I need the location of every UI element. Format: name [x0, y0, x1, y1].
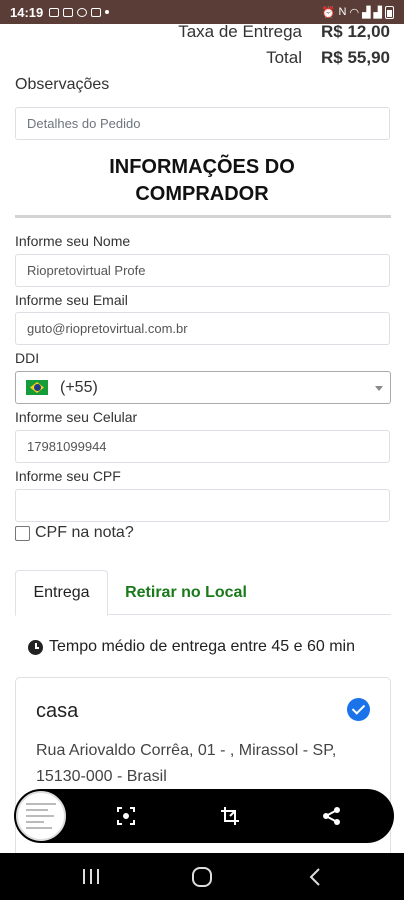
- total-row: Total R$ 55,90: [266, 48, 390, 68]
- scroll-capture-icon[interactable]: [115, 805, 137, 827]
- status-time: 14:19: [10, 4, 44, 20]
- ddi-select[interactable]: (+55): [15, 371, 391, 404]
- chevron-down-icon: [375, 386, 383, 391]
- screenshot-toolbar: [14, 789, 394, 843]
- name-label: Informe seu Nome: [15, 233, 131, 249]
- screenshot-thumbnail[interactable]: [16, 791, 66, 841]
- phone-label: Informe seu Celular: [15, 409, 138, 425]
- signal2-icon: ▟: [373, 6, 382, 19]
- check-circle-icon[interactable]: [347, 698, 370, 721]
- buyer-title-line2: COMPRADOR: [135, 183, 269, 205]
- address-line1: Rua Ariovaldo Corrêa, 01 - , Mirassol - …: [36, 742, 337, 759]
- cpf-input[interactable]: [15, 489, 390, 522]
- delivery-time-text: Tempo médio de entrega entre 45 e 60 min: [49, 638, 355, 655]
- observations-label: Observações: [15, 76, 110, 93]
- cpf-note-label: CPF na nota?: [35, 524, 134, 541]
- media-icon: [91, 7, 102, 17]
- address-title: casa: [36, 700, 79, 722]
- section-divider: [15, 215, 391, 218]
- buyer-title-line1: INFORMAÇÕES DO: [109, 156, 295, 178]
- ddi-value: (+55): [60, 378, 98, 396]
- alarm-icon: ⏰: [321, 6, 336, 19]
- email-input[interactable]: guto@riopretovirtual.com.br: [15, 312, 390, 345]
- phone-input[interactable]: 17981099944: [15, 430, 390, 463]
- recent-apps-icon[interactable]: [82, 868, 100, 885]
- buyer-info-title: INFORMAÇÕES DO COMPRADOR: [0, 154, 404, 208]
- brazil-flag-icon: [26, 380, 48, 395]
- nfc-icon: N: [338, 6, 347, 18]
- status-bar: 14:19 ⏰ N ◠ ▟ ▟: [0, 0, 404, 24]
- delivery-time: Tempo médio de entrega entre 45 e 60 min: [28, 638, 355, 656]
- delivery-fee-value: R$ 12,00: [321, 22, 390, 41]
- email-label: Informe seu Email: [15, 292, 128, 308]
- signal-icon: ▟: [362, 6, 371, 19]
- address-text: Rua Ariovaldo Corrêa, 01 - , Mirassol - …: [36, 738, 366, 790]
- system-icons: ⏰ N ◠ ▟ ▟: [321, 5, 394, 19]
- cpf-note-checkbox[interactable]: [15, 525, 30, 541]
- gallery-icon: [49, 7, 60, 17]
- cpf-note-row[interactable]: CPF na nota?: [15, 524, 134, 542]
- delivery-fee-row: Taxa de Entrega R$ 12,00: [178, 22, 390, 42]
- home-icon[interactable]: [191, 866, 213, 888]
- whatsapp-icon: [77, 7, 88, 17]
- total-value: R$ 55,90: [321, 48, 390, 67]
- tab-entrega[interactable]: Entrega: [15, 570, 108, 616]
- wifi-icon: ◠: [349, 6, 360, 19]
- tab-retirar-no-local[interactable]: Retirar no Local: [123, 570, 249, 615]
- clock-icon: [28, 639, 43, 655]
- delivery-fee-label: Taxa de Entrega: [178, 22, 302, 41]
- observations-input[interactable]: Detalhes do Pedido: [15, 107, 390, 140]
- notification-icons: [49, 7, 110, 17]
- crop-icon[interactable]: [219, 805, 241, 827]
- delivery-tabs: Entrega Retirar no Local: [15, 570, 391, 616]
- address-line2: 15130-000 - Brasil: [36, 768, 167, 785]
- ddi-label: DDI: [15, 350, 40, 366]
- cpf-label: Informe seu CPF: [15, 468, 121, 484]
- battery-icon: [385, 5, 394, 19]
- android-nav-bar: [0, 853, 404, 900]
- more-notifications-icon: [105, 10, 110, 14]
- share-icon[interactable]: [321, 805, 343, 827]
- total-label: Total: [266, 48, 302, 67]
- name-input[interactable]: Riopretovirtual Profe: [15, 254, 390, 287]
- back-icon[interactable]: [308, 867, 322, 887]
- screenshot-icon: [63, 7, 74, 17]
